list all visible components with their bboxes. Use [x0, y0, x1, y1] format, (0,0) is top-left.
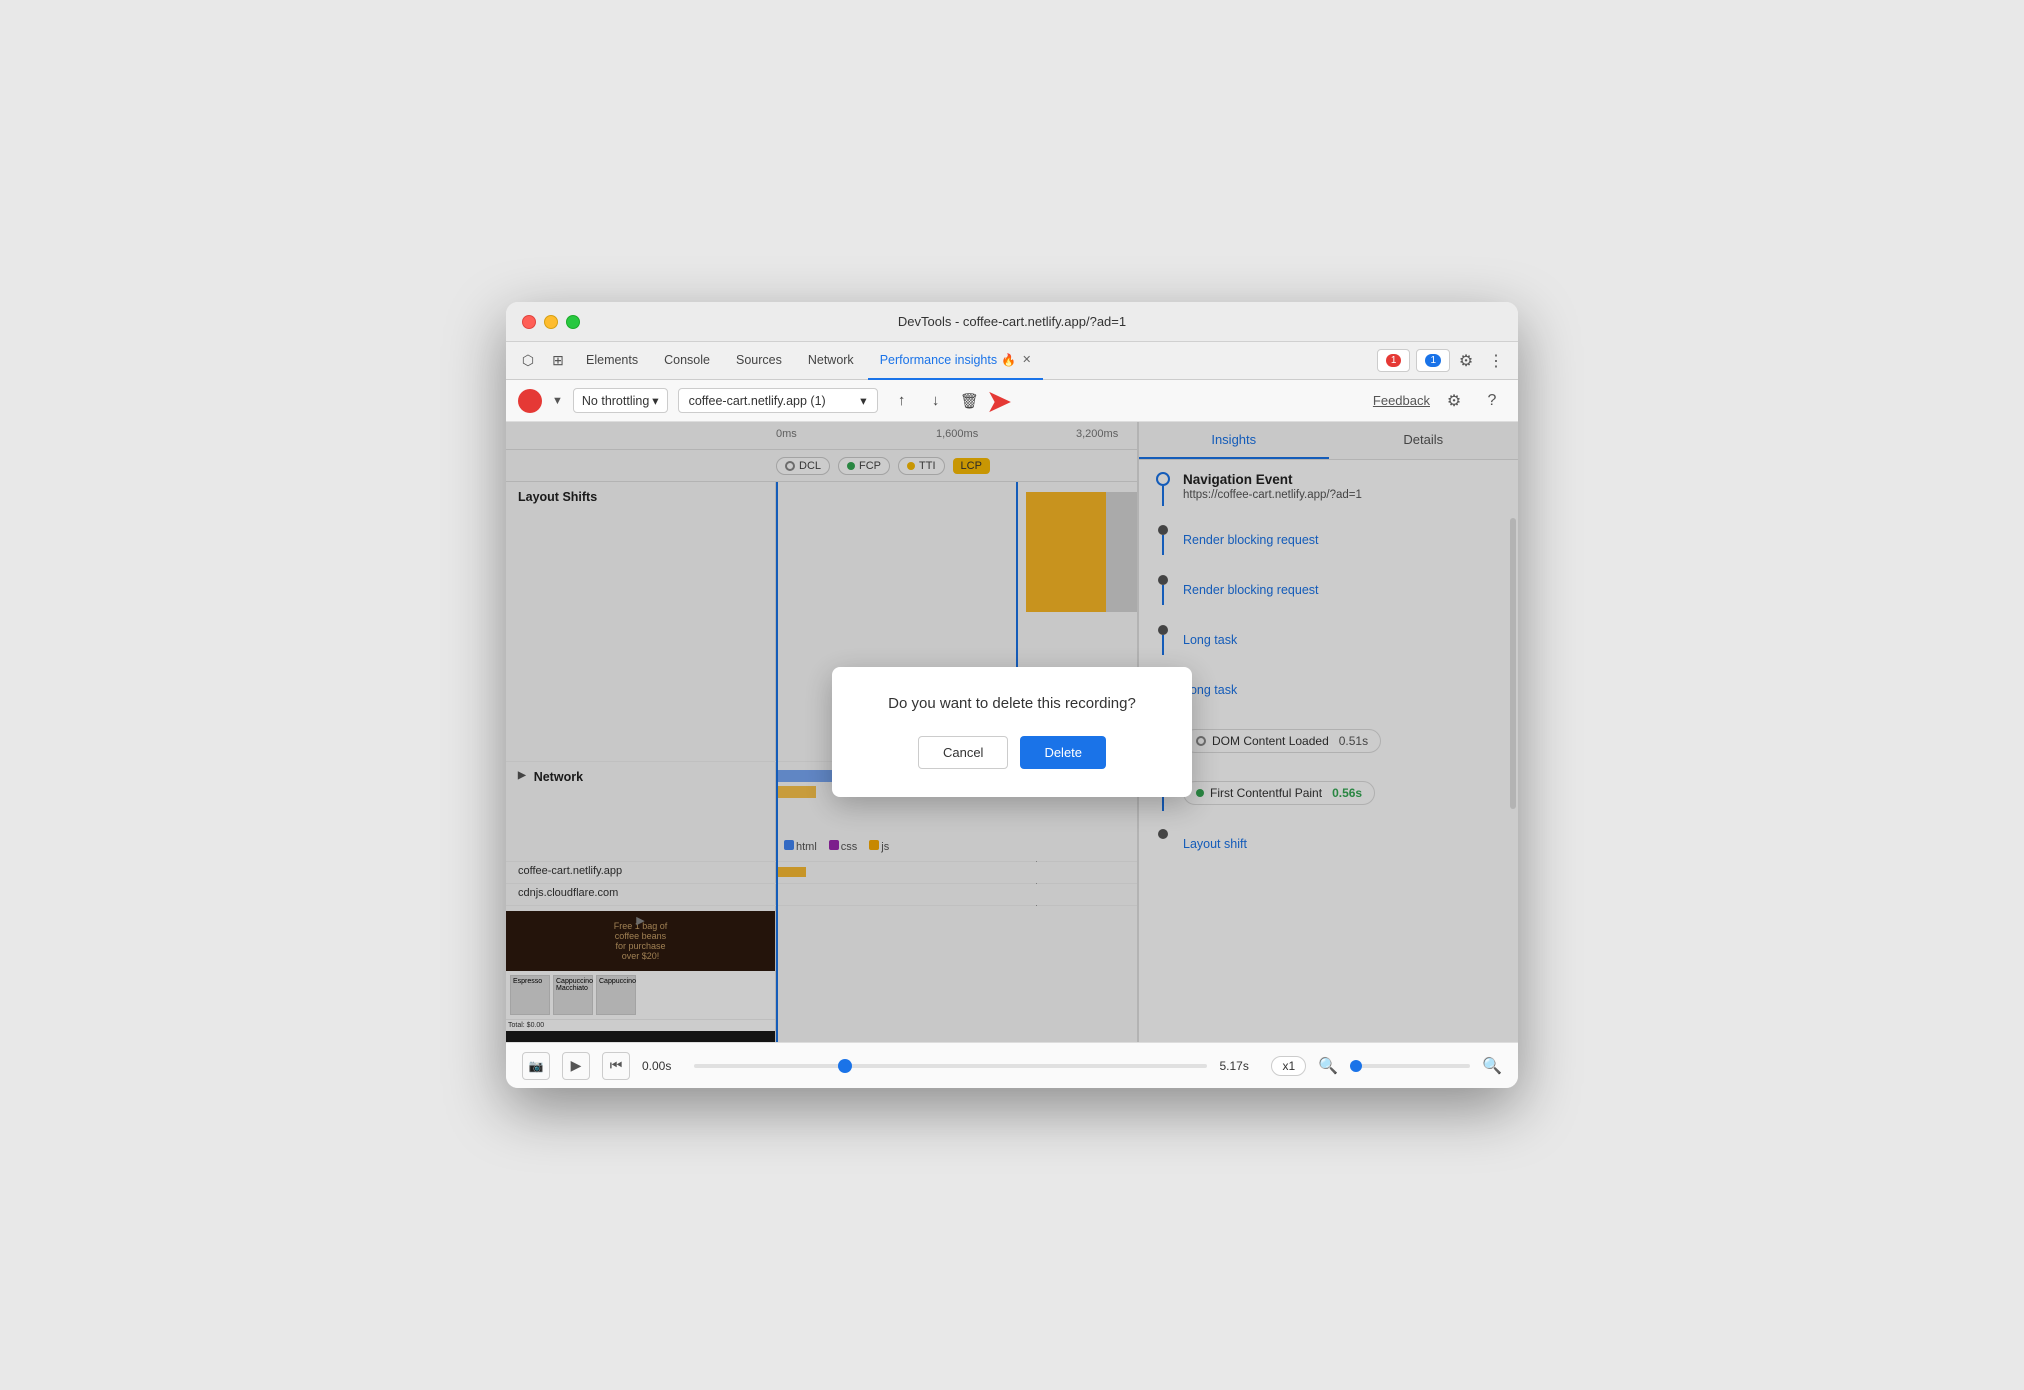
window-title: DevTools - coffee-cart.netlify.app/?ad=1 [522, 314, 1502, 329]
export-icon-btn[interactable]: ↑ [888, 387, 916, 415]
timeline-slider[interactable] [694, 1064, 1207, 1068]
tab-network[interactable]: Network [796, 342, 866, 380]
time-start-display: 0.00s [642, 1059, 682, 1073]
delete-recording-btn[interactable]: 🗑 [956, 387, 984, 415]
title-bar: DevTools - coffee-cart.netlify.app/?ad=1 [506, 302, 1518, 342]
delete-dialog: Do you want to delete this recording? Ca… [832, 667, 1192, 797]
dropdown-arrow-icon: ▾ [652, 393, 658, 408]
feedback-link[interactable]: Feedback [1373, 393, 1430, 408]
performance-toolbar: ▼ No throttling ▾ coffee-cart.netlify.ap… [506, 380, 1518, 422]
zoom-in-icon-btn[interactable]: 🔍 [1482, 1056, 1502, 1076]
screenshot-icon-btn[interactable]: 📷 [522, 1052, 550, 1080]
main-wrapper: 0ms 1,600ms 3,200ms 4,80 DCL FCP [506, 422, 1518, 1042]
settings-gear-icon[interactable]: ⚙ [1452, 347, 1480, 375]
more-options-icon[interactable]: ⋮ [1482, 347, 1510, 375]
record-dropdown-arrow[interactable]: ▼ [552, 395, 563, 407]
url-selector[interactable]: coffee-cart.netlify.app (1) ▾ [678, 388, 878, 413]
throttling-dropdown[interactable]: No throttling ▾ [573, 388, 668, 413]
speed-badge[interactable]: x1 [1271, 1056, 1306, 1076]
delete-button[interactable]: Delete [1020, 736, 1106, 769]
close-button[interactable] [522, 315, 536, 329]
import-icon-btn[interactable]: ↓ [922, 387, 950, 415]
tab-performance[interactable]: Performance insights 🔥 ✕ [868, 342, 1044, 380]
messages-button[interactable]: 1 [1416, 349, 1450, 372]
bottom-bar: 📷 ▶ ⏮ 0.00s 5.17s x1 🔍 🔍 [506, 1042, 1518, 1088]
devtools-tab-bar: ⬡ ⊞ Elements Console Sources Network Per… [506, 342, 1518, 380]
help-icon-btn[interactable]: ? [1478, 387, 1506, 415]
zoom-out-icon-btn[interactable]: 🔍 [1318, 1056, 1338, 1076]
tab-console[interactable]: Console [652, 342, 722, 380]
tab-sources[interactable]: Sources [724, 342, 794, 380]
dialog-title: Do you want to delete this recording? [864, 695, 1160, 712]
tab-elements[interactable]: Elements [574, 342, 650, 380]
record-button[interactable] [518, 389, 542, 413]
red-arrow-annotation: ➤ [986, 382, 1013, 420]
cursor-icon-btn[interactable]: ⬡ [514, 347, 542, 375]
traffic-lights [522, 315, 580, 329]
skip-to-start-icon-btn[interactable]: ⏮ [602, 1052, 630, 1080]
fullscreen-button[interactable] [566, 315, 580, 329]
zoom-slider[interactable] [1350, 1064, 1470, 1068]
play-icon-btn[interactable]: ▶ [562, 1052, 590, 1080]
url-dropdown-arrow-icon: ▾ [860, 393, 866, 408]
toolbar-actions: ↑ ↓ 🗑 [888, 387, 984, 415]
flame-icon: 🔥 [1001, 353, 1016, 367]
minimize-button[interactable] [544, 315, 558, 329]
zoom-thumb[interactable] [1350, 1060, 1362, 1072]
dialog-overlay: Do you want to delete this recording? Ca… [506, 422, 1518, 1042]
timeline-thumb[interactable] [838, 1059, 852, 1073]
errors-button[interactable]: 1 [1377, 349, 1411, 372]
dialog-buttons: Cancel Delete [864, 736, 1160, 769]
settings-icon-btn[interactable]: ⚙ [1440, 387, 1468, 415]
time-end-display: 5.17s [1219, 1059, 1259, 1073]
tab-close-icon[interactable]: ✕ [1022, 353, 1031, 366]
device-icon-btn[interactable]: ⊞ [544, 347, 572, 375]
cancel-button[interactable]: Cancel [918, 736, 1008, 769]
